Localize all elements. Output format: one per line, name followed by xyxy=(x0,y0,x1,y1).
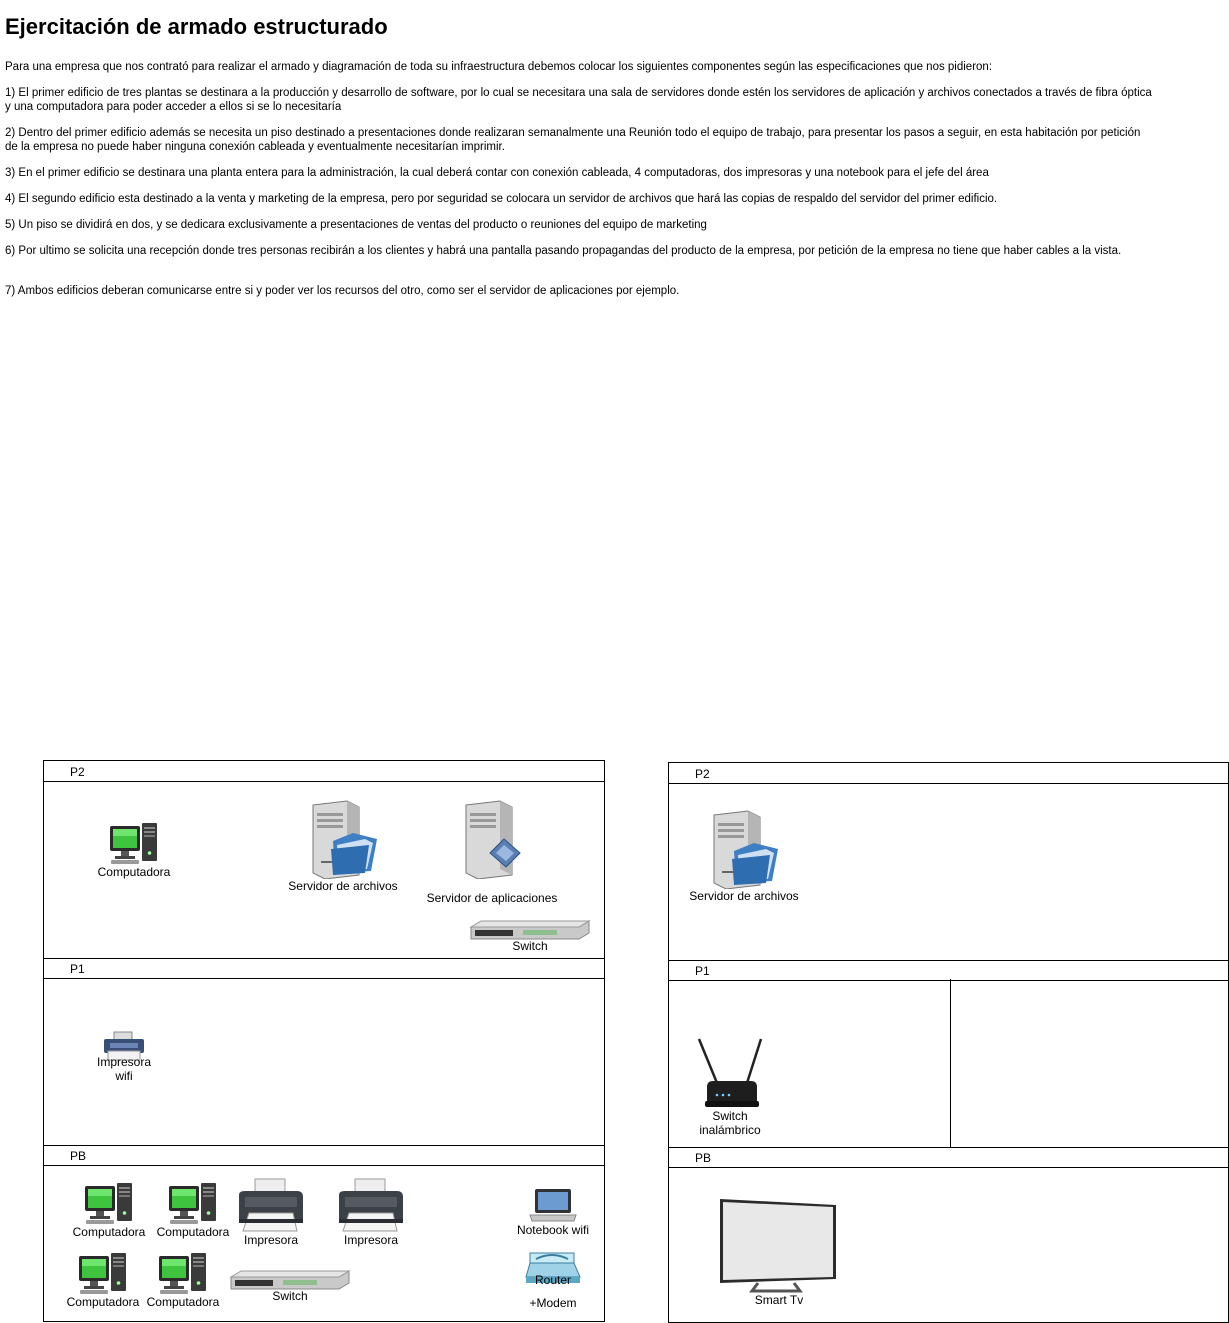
modem-label: +Modem xyxy=(529,1296,577,1310)
requirement-3: 3) En el primer edificio se destinara un… xyxy=(5,167,989,179)
switch-label: Switch xyxy=(272,1289,308,1303)
intro-paragraph: Para una empresa que nos contrató para r… xyxy=(5,61,993,73)
file-server-icon xyxy=(708,809,780,889)
floor-divider xyxy=(669,960,1228,961)
floor-label-p1: P1 xyxy=(695,964,710,978)
computer-label: Computadora xyxy=(156,1225,230,1239)
requirement-4: 4) El segundo edificio esta destinado a … xyxy=(5,193,998,205)
room-divider xyxy=(950,979,951,1148)
floor-label-p1: P1 xyxy=(70,962,85,976)
printer-node[interactable]: Impresora xyxy=(332,1177,410,1247)
floor-label-p2: P2 xyxy=(70,765,85,779)
computer-node[interactable]: Computadora xyxy=(60,1251,146,1309)
switch-node[interactable]: Switch xyxy=(228,1269,352,1303)
requirement-1: 1) El primer edificio de tres plantas se… xyxy=(5,87,1152,113)
notebook-node[interactable]: Notebook wifi xyxy=(510,1187,596,1237)
wifi-printer-label: Impresora wifi xyxy=(96,1055,152,1083)
floor-divider xyxy=(669,1147,1228,1148)
building-2-diagram: P2 P1 PB Servidor de archivos Switch ina… xyxy=(668,762,1229,1323)
floor-divider xyxy=(44,958,604,959)
floor-divider xyxy=(44,978,604,979)
floor-label-pb: PB xyxy=(695,1151,712,1165)
computer-node[interactable]: Computadora xyxy=(66,1181,152,1239)
switch-label: Switch xyxy=(512,939,548,953)
computer-icon xyxy=(109,821,159,865)
floor-divider xyxy=(44,1145,604,1146)
wireless-switch-node[interactable]: Switch inalámbrico xyxy=(689,1037,771,1137)
computer-label: Computadora xyxy=(97,865,171,879)
floor-divider xyxy=(44,781,604,782)
printer-node[interactable]: Impresora xyxy=(232,1177,310,1247)
app-server-node[interactable]: Servidor de aplicaciones xyxy=(424,799,560,905)
floor-divider xyxy=(669,980,1228,981)
floor-divider xyxy=(669,1167,1228,1168)
floor-label-pb: PB xyxy=(70,1149,87,1163)
app-server-label: Servidor de aplicaciones xyxy=(426,891,558,905)
file-server-label: Servidor de archivos xyxy=(689,889,799,903)
file-server-icon xyxy=(307,799,379,879)
requirement-2: 2) Dentro del primer edificio además se … xyxy=(5,127,1141,153)
floor-divider xyxy=(669,783,1228,784)
file-server-node[interactable]: Servidor de archivos xyxy=(685,809,803,903)
printer-label: Impresora xyxy=(243,1233,299,1247)
router-label: Router xyxy=(534,1273,572,1287)
switch-icon xyxy=(229,1269,351,1291)
requirement-7: 7) Ambos edificios deberan comunicarse e… xyxy=(5,285,680,297)
computer-node[interactable]: Computadora xyxy=(150,1181,236,1239)
file-server-node[interactable]: Servidor de archivos xyxy=(284,799,402,893)
switch-node[interactable]: Switch xyxy=(468,919,592,953)
computer-icon xyxy=(84,1181,134,1225)
computer-node[interactable]: Computadora xyxy=(140,1251,226,1309)
page-title: Ejercitación de armado estructurado xyxy=(5,14,388,39)
notebook-label: Notebook wifi xyxy=(516,1223,590,1237)
floor-divider xyxy=(44,1165,604,1166)
wireless-switch-label: Switch inalámbrico xyxy=(699,1109,761,1137)
computer-node[interactable]: Computadora xyxy=(90,821,178,879)
computer-label: Computadora xyxy=(66,1295,140,1309)
smart-tv-node[interactable]: Smart Tv xyxy=(717,1197,841,1307)
floor-label-p2: P2 xyxy=(695,767,710,781)
wifi-printer-node[interactable]: Impresora wifi xyxy=(88,1031,160,1083)
switch-icon xyxy=(469,919,591,941)
computer-label: Computadora xyxy=(72,1225,146,1239)
computer-icon xyxy=(158,1251,208,1295)
wireless-switch-icon xyxy=(695,1037,765,1109)
requirement-5: 5) Un piso se dividirá en dos, y se dedi… xyxy=(5,219,707,231)
printer-icon xyxy=(235,1177,307,1233)
computer-label: Computadora xyxy=(146,1295,220,1309)
app-server-icon xyxy=(460,799,524,879)
printer-label: Impresora xyxy=(343,1233,399,1247)
file-server-label: Servidor de archivos xyxy=(288,879,398,893)
computer-icon xyxy=(168,1181,218,1225)
smart-tv-icon xyxy=(718,1197,840,1293)
building-1-diagram: P2 P1 PB Computadora Servidor de archivo… xyxy=(43,760,605,1322)
computer-icon xyxy=(78,1251,128,1295)
smart-tv-label: Smart Tv xyxy=(754,1293,804,1307)
printer-icon xyxy=(335,1177,407,1233)
notebook-icon xyxy=(528,1187,578,1223)
requirement-6: 6) Por ultimo se solicita una recepción … xyxy=(5,245,1122,257)
router-node[interactable]: Router +Modem xyxy=(520,1249,586,1310)
